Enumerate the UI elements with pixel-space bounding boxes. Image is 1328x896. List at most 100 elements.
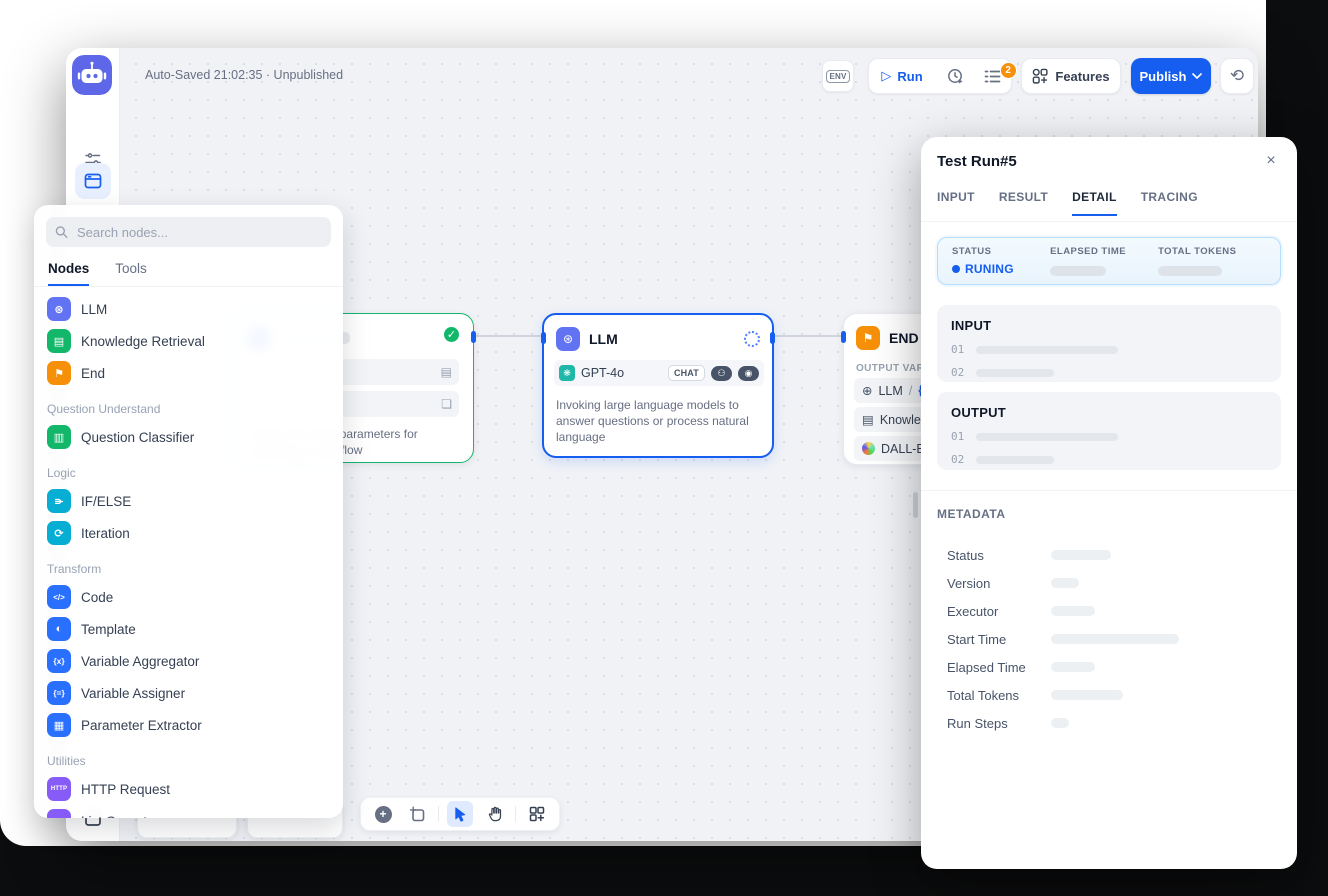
glyph: ≡▿: [54, 816, 64, 819]
add-node-button[interactable]: +: [370, 801, 396, 827]
edge-llm-end: [774, 335, 843, 337]
output-row-2: 02: [951, 453, 1267, 466]
meta-label: Elapsed Time: [947, 660, 1051, 675]
node-item-knowledge-retrieval[interactable]: ▤ Knowledge Retrieval: [34, 325, 343, 357]
play-icon: ▷: [881, 68, 891, 84]
llm-input-handle[interactable]: [541, 332, 546, 344]
meta-row-elapsed-time: Elapsed Time: [947, 653, 1277, 681]
meta-label: Status: [947, 548, 1051, 563]
node-item-code[interactable]: </> Code: [34, 581, 343, 613]
tab-result[interactable]: RESULT: [999, 190, 1048, 216]
publish-label: Publish: [1140, 69, 1187, 84]
tokens-skeleton: [1158, 266, 1222, 276]
llm-model-selector[interactable]: ❋ GPT-4o CHAT ⚇ ◉: [554, 360, 764, 386]
glyph: ▦: [54, 719, 64, 732]
checklist-count-badge: 2: [1000, 62, 1017, 79]
llm-node-description: Invoking large language models to answer…: [556, 397, 762, 445]
llm-icon: ⊛: [563, 332, 573, 346]
status-value: RUNING: [952, 262, 1050, 276]
skeleton-bar: [976, 369, 1054, 377]
tab-tracing[interactable]: TRACING: [1141, 190, 1198, 216]
meta-row-start-time: Start Time: [947, 625, 1277, 653]
node-item-variable-assigner[interactable]: {=} Variable Assigner: [34, 677, 343, 709]
meta-skeleton: [1051, 550, 1111, 560]
chevron-down-icon: [1192, 73, 1202, 79]
output-row-1: 01: [951, 430, 1267, 443]
tabs-divider: [921, 221, 1297, 222]
knowledge-icon: ▤: [47, 329, 71, 353]
glyph: HTTP: [51, 786, 67, 792]
organize-icon: [529, 806, 545, 822]
node-item-end[interactable]: ⚑ End: [34, 357, 343, 389]
running-spinner-icon: [744, 331, 760, 347]
meta-row-executor: Executor: [947, 597, 1277, 625]
node-item-question-classifier[interactable]: ▥ Question Classifier: [34, 421, 343, 453]
metadata-rows: Status Version Executor Start Time Elaps…: [947, 541, 1277, 737]
node-item-iteration[interactable]: ⟳ Iteration: [34, 517, 343, 549]
label: Question Classifier: [81, 430, 194, 445]
copy-icon: ❏: [441, 397, 452, 411]
status-column: STATUS RUNING: [952, 246, 1050, 276]
checklist-button[interactable]: 2: [974, 69, 1013, 84]
search-box[interactable]: [46, 217, 331, 247]
skeleton-bar: [976, 456, 1054, 464]
section-question-understand: Question Understand: [34, 389, 343, 421]
llm-icon: ⊛: [47, 297, 71, 321]
edge-start-llm: [474, 335, 542, 337]
node-item-variable-aggregator[interactable]: {x} Variable Aggregator: [34, 645, 343, 677]
node-item-parameter-extractor[interactable]: ▦ Parameter Extractor: [34, 709, 343, 741]
features-button[interactable]: Features: [1021, 58, 1121, 94]
node-item-list-operator[interactable]: ≡▿ List Operator: [34, 805, 343, 818]
node-item-template[interactable]: ◐ Template: [34, 613, 343, 645]
env-button[interactable]: ENV: [822, 60, 854, 92]
end-input-handle[interactable]: [841, 331, 846, 343]
glyph: ◐: [56, 623, 63, 635]
status-card: STATUS RUNING ELAPSED TIME TOTAL TOKENS: [937, 237, 1281, 285]
section-transform: Transform: [34, 549, 343, 581]
label: Knowledge Retrieval: [81, 334, 205, 349]
test-run-panel: Test Run#5 × INPUT RESULT DETAIL TRACING…: [921, 137, 1297, 869]
tab-tools[interactable]: Tools: [115, 261, 147, 286]
flag-icon: ⚑: [863, 331, 874, 345]
llm-node[interactable]: ⊛ LLM ❋ GPT-4o CHAT ⚇ ◉ Invoking large l…: [542, 313, 774, 458]
row-number: 02: [951, 366, 964, 379]
llm-node-icon: ⊛: [556, 327, 580, 351]
pointer-mode-button[interactable]: [447, 801, 473, 827]
tab-nodes[interactable]: Nodes: [48, 261, 89, 286]
search-input[interactable]: [75, 224, 322, 241]
organize-button[interactable]: [524, 801, 550, 827]
node-item-http-request[interactable]: HTTP HTTP Request: [34, 773, 343, 805]
node-item-llm[interactable]: ⊛ LLM: [34, 293, 343, 325]
close-button[interactable]: ×: [1259, 149, 1283, 173]
add-note-button[interactable]: [404, 801, 430, 827]
note-add-icon: [409, 806, 425, 822]
sidebar-item-workflow[interactable]: [75, 163, 111, 199]
end-flag-icon: ⚑: [47, 361, 71, 385]
run-history-button[interactable]: [937, 68, 974, 85]
tab-input[interactable]: INPUT: [937, 190, 975, 216]
llm-output-handle[interactable]: [770, 332, 775, 344]
divider: [438, 806, 439, 822]
divider: [515, 806, 516, 822]
publish-button[interactable]: Publish: [1131, 58, 1211, 94]
section-logic: Logic: [34, 453, 343, 485]
tab-detail[interactable]: DETAIL: [1072, 190, 1117, 216]
branch-icon: ⋔: [47, 489, 71, 513]
run-button[interactable]: ▷ Run: [867, 68, 936, 84]
clock-play-icon: [947, 68, 964, 85]
hand-mode-button[interactable]: [481, 801, 507, 827]
version-history-button[interactable]: ⟲: [1220, 58, 1254, 94]
row-number: 02: [951, 453, 964, 466]
skeleton-bar: [976, 433, 1118, 441]
start-output-handle[interactable]: [471, 331, 476, 343]
glyph: ⟳: [54, 527, 63, 540]
meta-skeleton: [1051, 718, 1069, 728]
template-icon: ◐: [47, 617, 71, 641]
separator: /: [909, 384, 912, 398]
loop-icon: ⟳: [47, 521, 71, 545]
meta-label: Executor: [947, 604, 1051, 619]
canvas-scrollbar[interactable]: [913, 492, 918, 518]
node-item-if-else[interactable]: ⋔ IF/ELSE: [34, 485, 343, 517]
end-node-title: END: [889, 330, 919, 346]
app-logo[interactable]: [72, 55, 112, 95]
